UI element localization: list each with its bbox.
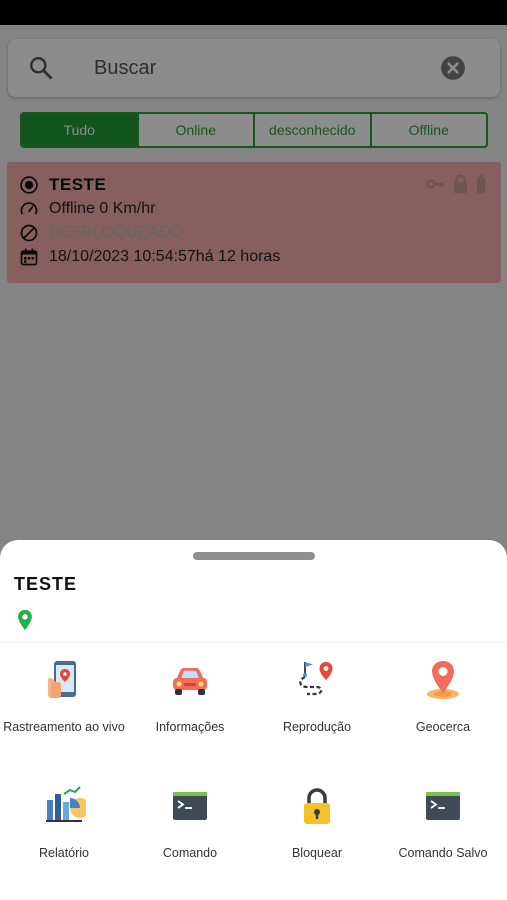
action-reproducao[interactable]: Reprodução — [254, 658, 380, 734]
location-pin-icon[interactable] — [16, 609, 34, 631]
saved-command-icon — [426, 792, 460, 820]
action-relatorio[interactable]: Relatório — [1, 784, 127, 860]
action-comando[interactable]: Comando — [127, 784, 253, 860]
action-live-tracking[interactable]: Rastreamento ao vivo — [1, 658, 127, 734]
action-label: Relatório — [38, 846, 90, 860]
action-label: Comando — [162, 846, 218, 860]
status-bar — [0, 0, 507, 25]
sheet-drag-handle[interactable] — [193, 552, 315, 560]
action-label: Bloquear — [291, 846, 343, 860]
action-label: Informações — [155, 720, 225, 734]
sheet-divider — [0, 642, 507, 643]
car-icon — [173, 668, 207, 695]
action-label: Comando Salvo — [398, 846, 488, 860]
action-label: Rastreamento ao vivo — [3, 720, 125, 734]
device-actions-sheet: TESTE Rastreamento ao vivo Informações R… — [0, 540, 507, 900]
action-geocerca[interactable]: Geocerca — [380, 658, 506, 734]
sheet-title: TESTE — [14, 574, 78, 594]
action-bloquear[interactable]: Bloquear — [254, 784, 380, 860]
action-label: Geocerca — [415, 720, 471, 734]
live-tracking-icon — [48, 661, 76, 698]
geofence-icon — [427, 661, 459, 699]
terminal-icon — [173, 792, 207, 820]
padlock-icon — [304, 788, 330, 824]
report-icon — [46, 786, 86, 822]
action-label: Reprodução — [282, 720, 352, 734]
route-playback-icon — [299, 662, 333, 696]
action-comando-salvo[interactable]: Comando Salvo — [380, 784, 506, 860]
action-informacoes[interactable]: Informações — [127, 658, 253, 734]
